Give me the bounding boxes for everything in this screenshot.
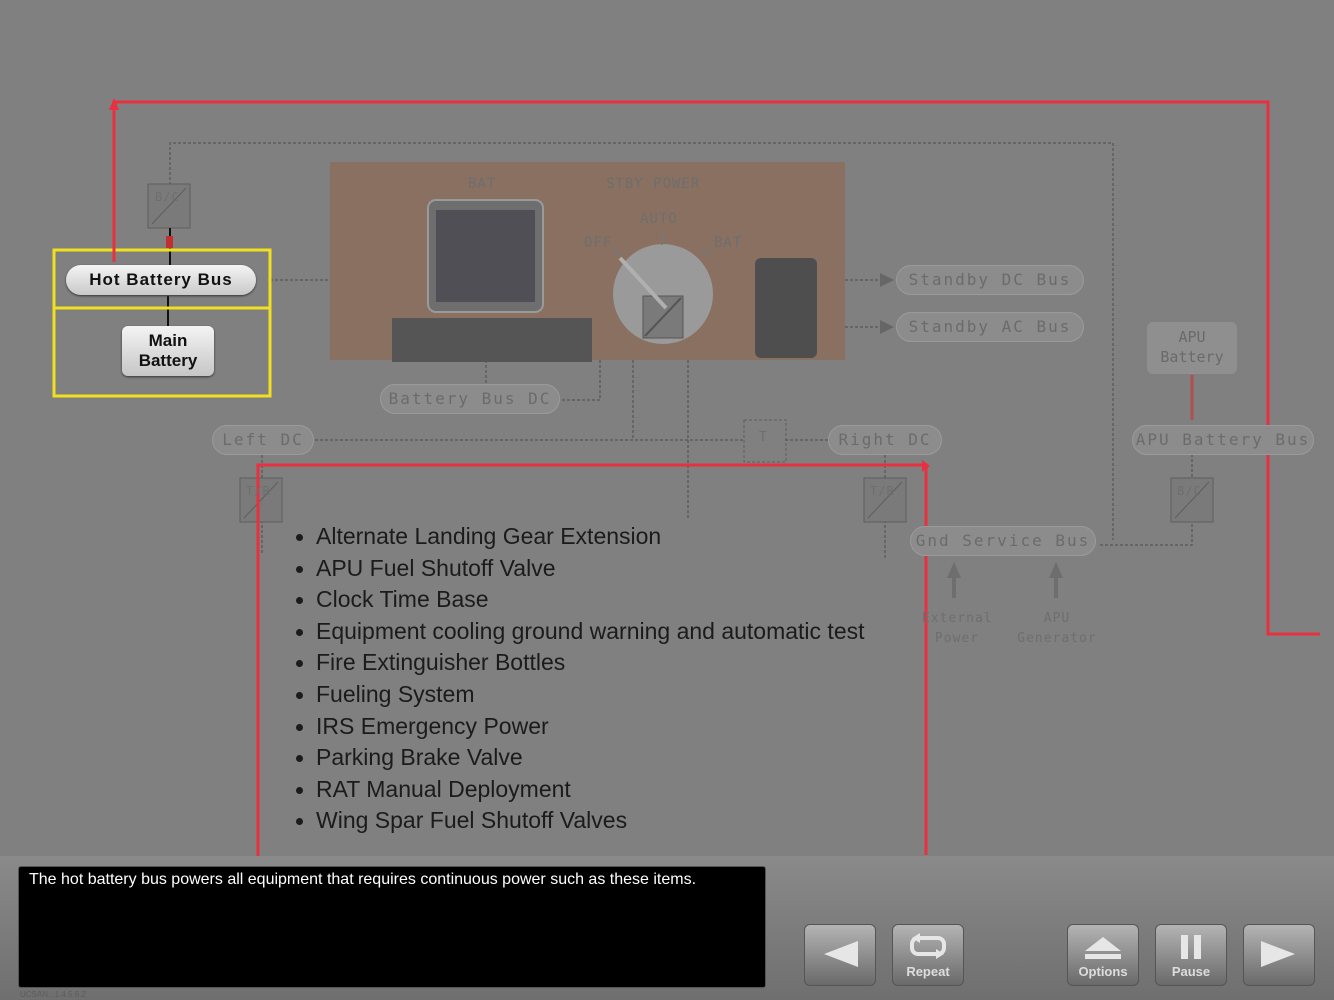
main-battery[interactable]: Main Battery (122, 326, 214, 376)
repeat-label: Repeat (906, 964, 950, 979)
list-item: RAT Manual Deployment (292, 774, 865, 806)
options-label: Options (1078, 964, 1128, 979)
list-item: APU Fuel Shutoff Valve (292, 553, 865, 585)
apu-generator-label: APU Generator (1012, 609, 1102, 649)
bat-switch-base (392, 318, 592, 362)
main-battery-line2: Battery (138, 351, 198, 370)
right-dc-bus: Right DC (828, 425, 942, 455)
list-item: Fire Extinguisher Bottles (292, 647, 865, 679)
bat-switch-cover (436, 210, 535, 302)
diagram-stage: BAT STBY POWER AUTO OFF BAT B/C T/R T/R … (0, 0, 1334, 856)
repeat-button[interactable]: Repeat (892, 924, 964, 986)
list-item: Equipment cooling ground warning and aut… (292, 616, 865, 648)
bc-label: B/C (155, 190, 180, 204)
external-power-line2: Power (934, 631, 980, 646)
apu-generator-line1: APU (1043, 611, 1071, 626)
hot-battery-bus[interactable]: Hot Battery Bus (66, 265, 256, 295)
footnote: UCSAN...1.4.5.6.2 (20, 990, 86, 999)
source-arrows (947, 562, 1063, 598)
gnd-service-bus: Gnd Service Bus (910, 526, 1096, 556)
main-battery-line1: Main (148, 331, 188, 350)
next-button[interactable] (1243, 924, 1315, 986)
pause-label: Pause (1171, 964, 1211, 979)
eject-icon (1085, 937, 1121, 959)
next-arrow-icon (1261, 941, 1295, 967)
battery-bus-dc: Battery Bus DC (380, 384, 560, 414)
bat-label: BAT (468, 176, 497, 192)
tr-left-label: T/R (246, 484, 271, 498)
bc-apu-label: B/C (1177, 484, 1202, 498)
back-arrow-icon (824, 941, 858, 967)
external-power-label: External Power (922, 609, 992, 649)
apu-battery-line2: Battery (1160, 348, 1224, 366)
stby-guard (755, 258, 817, 358)
list-item: Parking Brake Valve (292, 742, 865, 774)
left-dc-bus: Left DC (212, 425, 314, 455)
external-power-line1: External (922, 611, 993, 626)
apu-battery-line1: APU (1178, 328, 1206, 346)
powered-equipment-list: Alternate Landing Gear Extension APU Fue… (292, 521, 865, 837)
switch-auto-label: AUTO (640, 211, 678, 227)
standby-dc-bus: Standby DC Bus (896, 265, 1084, 295)
tr-right-label: T/R (870, 484, 895, 498)
caption-text: The hot battery bus powers all equipment… (29, 871, 697, 888)
list-item: Fueling System (292, 679, 865, 711)
list-item: IRS Emergency Power (292, 711, 865, 743)
switch-off-label: OFF (584, 235, 613, 251)
apu-battery: APU Battery (1147, 322, 1237, 374)
stby-power-label: STBY POWER (606, 176, 701, 192)
list-item: Clock Time Base (292, 584, 865, 616)
repeat-icon (910, 933, 946, 959)
options-button[interactable]: Options (1067, 924, 1139, 986)
switch-bat-label: BAT (714, 235, 743, 251)
caption-box: The hot battery bus powers all equipment… (18, 866, 766, 988)
bus-tie-label: T (759, 430, 768, 445)
standby-ac-bus: Standby AC Bus (896, 312, 1084, 342)
pause-icon (1181, 935, 1201, 959)
apu-generator-line2: Generator (1017, 631, 1097, 646)
pause-button[interactable]: Pause (1155, 924, 1227, 986)
list-item: Alternate Landing Gear Extension (292, 521, 865, 553)
apu-battery-bus: APU Battery Bus (1132, 425, 1314, 455)
back-button[interactable] (804, 924, 876, 986)
list-item: Wing Spar Fuel Shutoff Valves (292, 805, 865, 837)
